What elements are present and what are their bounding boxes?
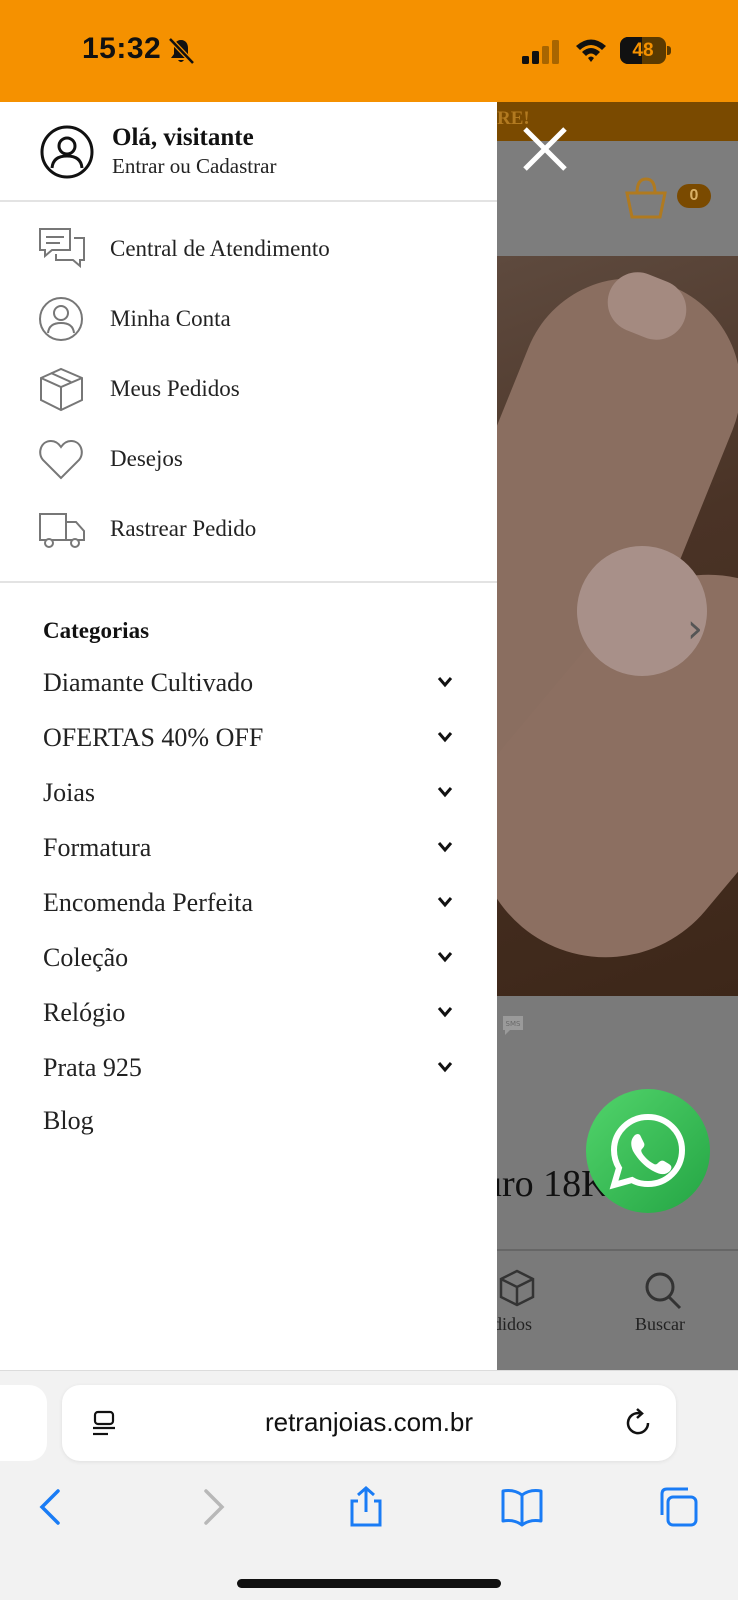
category-formatura[interactable]: Formatura [0, 825, 497, 875]
battery-icon: 48 [620, 37, 671, 64]
category-label: Diamante Cultivado [43, 668, 254, 697]
category-prata-925[interactable]: Prata 925 [0, 1045, 497, 1095]
section-divider [0, 581, 497, 583]
whatsapp-icon [609, 1113, 686, 1190]
url-text[interactable]: retranjoias.com.br [62, 1407, 676, 1438]
whatsapp-button[interactable] [586, 1089, 710, 1213]
menu-item-label: Meus Pedidos [110, 376, 240, 401]
status-time: 15:32 [82, 32, 162, 65]
category-diamante-cultivado[interactable]: Diamante Cultivado [0, 660, 497, 710]
orders-nav-label: edidos [497, 1314, 532, 1334]
user-greeting: Olá, visitante [112, 124, 254, 151]
category-label: Relógio [43, 998, 126, 1027]
browser-toolbar: retranjoias.com.br [0, 1370, 738, 1600]
category-label: OFERTAS 40% OFF [43, 723, 264, 752]
bookmarks-icon[interactable] [500, 1485, 544, 1529]
previous-tab-preview[interactable] [0, 1385, 47, 1461]
status-bar: 15:32 48 [0, 0, 738, 102]
bell-slash-icon [168, 37, 195, 65]
category-label: Blog [43, 1106, 94, 1135]
category-label: Formatura [43, 833, 152, 862]
category-joias[interactable]: Joias [0, 770, 497, 820]
chevron-down-icon[interactable] [437, 676, 453, 688]
wifi-icon [576, 39, 606, 62]
tabs-icon[interactable] [656, 1485, 700, 1529]
chevron-down-icon[interactable] [437, 1006, 453, 1018]
chevron-down-icon[interactable] [437, 786, 453, 798]
back-icon[interactable] [30, 1485, 74, 1529]
chevron-down-icon[interactable] [437, 841, 453, 853]
cart-count-badge: 0 [677, 184, 711, 208]
chevron-down-icon[interactable] [437, 951, 453, 963]
home-indicator [237, 1579, 501, 1588]
menu-item-central-atendimento[interactable]: Central de Atendimento [0, 214, 497, 284]
user-avatar-icon [40, 125, 94, 179]
cart-icon [625, 177, 667, 219]
forward-icon[interactable] [190, 1485, 234, 1529]
chevron-down-icon[interactable] [437, 731, 453, 743]
svg-text:SMS: SMS [506, 1020, 521, 1028]
side-drawer: Olá, visitante Entrar ou Cadastrar Centr… [0, 102, 497, 1370]
menu-item-label: Desejos [110, 446, 183, 471]
menu-item-minha-conta[interactable]: Minha Conta [0, 284, 497, 354]
sms-icon: SMS [503, 1016, 523, 1035]
login-register-link[interactable]: Entrar ou Cadastrar [112, 154, 276, 179]
chevron-down-icon[interactable] [437, 896, 453, 908]
menu-item-rastrear-pedido[interactable]: Rastrear Pedido [0, 494, 497, 564]
categories-title: Categorias [43, 618, 150, 643]
carousel-next-icon: › [687, 606, 703, 652]
category-blog[interactable]: Blog [0, 1098, 497, 1148]
category-label: Prata 925 [43, 1053, 142, 1082]
search-nav-label: Buscar [635, 1314, 685, 1334]
category-label: Coleção [43, 943, 129, 972]
category-colecao[interactable]: Coleção [0, 935, 497, 985]
share-icon[interactable] [344, 1485, 388, 1529]
chat-icon [39, 228, 85, 269]
menu-item-label: Minha Conta [110, 306, 231, 331]
bottom-nav-divider [497, 1249, 738, 1251]
address-bar[interactable]: retranjoias.com.br [62, 1385, 676, 1461]
heart-icon [39, 439, 83, 480]
menu-item-meus-pedidos[interactable]: Meus Pedidos [0, 354, 497, 424]
truck-icon [39, 513, 85, 548]
user-login-row[interactable]: Olá, visitante Entrar ou Cadastrar [0, 102, 497, 202]
category-encomenda-perfeita[interactable]: Encomenda Perfeita [0, 880, 497, 930]
product-photo: › [497, 245, 738, 1011]
menu-item-label: Rastrear Pedido [110, 516, 257, 541]
orders-nav-icon [499, 1269, 535, 1307]
battery-level: 48 [632, 40, 654, 61]
box-icon [40, 367, 83, 412]
user-icon [39, 297, 83, 341]
menu-item-desejos[interactable]: Desejos [0, 424, 497, 494]
close-icon[interactable] [520, 124, 570, 174]
category-label: Joias [43, 778, 95, 807]
signal-icon [522, 40, 559, 64]
category-label: Encomenda Perfeita [43, 888, 254, 917]
category-relogio[interactable]: Relógio [0, 990, 497, 1040]
category-ofertas[interactable]: OFERTAS 40% OFF [0, 715, 497, 765]
menu-item-label: Central de Atendimento [110, 236, 330, 261]
reload-icon[interactable] [622, 1407, 654, 1439]
search-icon [645, 1272, 682, 1310]
chevron-down-icon[interactable] [437, 1061, 453, 1073]
